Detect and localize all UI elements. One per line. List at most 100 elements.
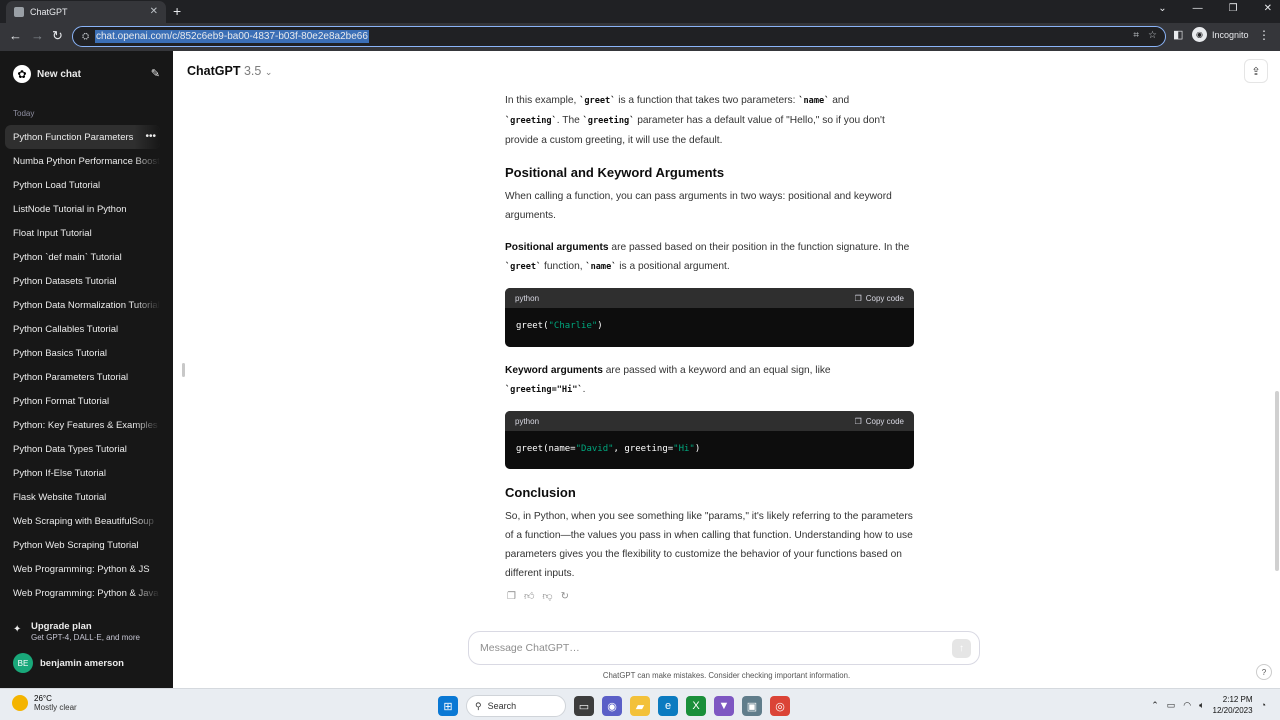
side-panel-icon[interactable]: ◧	[1173, 28, 1183, 41]
chat-history-list: Python Function Parameters ••• Numba Pyth…	[5, 125, 160, 605]
scrollbar[interactable]	[1275, 391, 1279, 571]
bookmark-star-icon[interactable]: ☆	[1148, 30, 1157, 41]
history-item[interactable]: Web Programming: Python & JS	[5, 557, 160, 581]
thumbs-up-icon[interactable]: 👍︎	[524, 587, 534, 606]
history-item[interactable]: Python Load Tutorial	[5, 173, 160, 197]
site-info-icon[interactable]: ⛭	[82, 31, 89, 42]
history-item-label: Python `def main` Tutorial	[13, 251, 122, 263]
send-button[interactable]: ↑	[952, 639, 971, 658]
chat-app-icon[interactable]: ◉	[602, 696, 622, 716]
help-icon[interactable]: ?	[1256, 664, 1272, 680]
copy-code-button[interactable]: ❐ Copy code	[855, 289, 904, 308]
history-item[interactable]: Python Parameters Tutorial	[5, 365, 160, 389]
app-icon[interactable]: ▣	[742, 696, 762, 716]
history-item[interactable]: Python Basics Tutorial	[5, 341, 160, 365]
url-text[interactable]: chat.openai.com/c/852c6eb9-ba00-4837-b03…	[95, 30, 369, 43]
history-item[interactable]: ListNode Tutorial in Python	[5, 197, 160, 221]
back-icon[interactable]: ←	[9, 28, 22, 43]
paragraph: So, in Python, when you see something li…	[505, 511, 913, 579]
new-tab-icon[interactable]: +	[173, 3, 181, 19]
network-icon[interactable]: ▭	[1167, 700, 1176, 711]
restore-icon[interactable]: ❐	[1229, 3, 1238, 14]
browser-tab[interactable]: ChatGPT ✕	[6, 1, 166, 23]
system-tray: ⌃ ▭ ◠ 🔈︎ 2:12 PM 12/20/2023 ◔	[1151, 694, 1266, 716]
edge-icon[interactable]: e	[658, 696, 678, 716]
text: . The	[556, 115, 583, 126]
tab-search-icon[interactable]: ⌄	[1158, 3, 1166, 14]
text: function,	[541, 261, 586, 272]
history-section-label: Today	[13, 109, 35, 118]
notification-icon[interactable]: ◔	[1261, 700, 1266, 710]
chrome-icon[interactable]: ◎	[770, 696, 790, 716]
volume-icon[interactable]: 🔈︎	[1199, 700, 1204, 711]
message-actions: ❐ 👍︎ 👎︎ ↻	[507, 587, 569, 606]
user-menu[interactable]: BE benjamin amerson	[13, 653, 124, 673]
copy-icon[interactable]: ❐	[507, 587, 516, 606]
history-item[interactable]: Python Web Scraping Tutorial	[5, 533, 160, 557]
code-string: "David"	[575, 444, 614, 454]
close-tab-icon[interactable]: ✕	[150, 6, 158, 17]
paragraph: Positional arguments are passed based on…	[505, 238, 915, 277]
taskbar-search[interactable]: ⚲ Search	[466, 695, 566, 717]
history-item[interactable]: Python Datasets Tutorial	[5, 269, 160, 293]
history-item[interactable]: Web Scraping with BeautifulSoup	[5, 509, 160, 533]
history-item[interactable]: Python Function Parameters •••	[5, 125, 160, 149]
thumbs-down-icon[interactable]: 👎︎	[542, 587, 552, 606]
browser-menu-icon[interactable]: ⋮	[1258, 28, 1270, 42]
incognito-indicator[interactable]: ◉ Incognito	[1192, 27, 1249, 42]
sidebar-collapse-handle[interactable]	[182, 363, 185, 377]
history-item[interactable]: Python Data Normalization Tutorial	[5, 293, 160, 317]
history-item-label: Python Web Scraping Tutorial	[13, 539, 139, 551]
history-item[interactable]: Float Input Tutorial	[5, 221, 160, 245]
history-item[interactable]: Python `def main` Tutorial	[5, 245, 160, 269]
share-button[interactable]: ⇪	[1244, 59, 1268, 83]
message-composer[interactable]: Message ChatGPT… ↑	[468, 631, 980, 665]
upgrade-plan-button[interactable]: ✦ Upgrade plan Get GPT-4, DALL·E, and mo…	[13, 621, 140, 642]
excel-icon[interactable]: X	[686, 696, 706, 716]
bold-text: Keyword arguments	[505, 365, 603, 376]
history-item[interactable]: Web Programming: Python & Java	[5, 581, 160, 605]
wifi-icon[interactable]: ◠	[1183, 700, 1191, 711]
minimize-icon[interactable]: —	[1193, 3, 1203, 14]
os-taskbar: 26°C Mostly clear ⊞ ⚲ Search ▭ ◉ ▰ e X ▼ …	[0, 688, 1280, 720]
history-item[interactable]: Numba Python Performance Boost	[5, 149, 160, 173]
history-item-label: Python Parameters Tutorial	[13, 371, 129, 383]
paragraph: In this example, `greet` is a function t…	[505, 91, 915, 150]
history-item-label: Python Format Tutorial	[13, 395, 110, 407]
address-bar[interactable]: ⛭ chat.openai.com/c/852c6eb9-ba00-4837-b…	[72, 26, 1166, 47]
app-icon[interactable]: ▼	[714, 696, 734, 716]
clipboard-icon: ❐	[854, 416, 862, 426]
history-item[interactable]: Python Format Tutorial	[5, 389, 160, 413]
install-app-icon[interactable]: ⌗	[1133, 30, 1139, 41]
more-options-icon[interactable]: •••	[145, 131, 156, 142]
new-chat-button[interactable]: ✿ New chat ✎	[8, 63, 160, 85]
inline-code: `greeting`	[505, 116, 557, 126]
section-heading: Conclusion	[505, 485, 576, 500]
close-window-icon[interactable]: ✕	[1264, 3, 1272, 14]
start-icon[interactable]: ⊞	[438, 696, 458, 716]
compose-icon[interactable]: ✎	[151, 67, 160, 80]
file-explorer-icon[interactable]: ▰	[630, 696, 650, 716]
clock[interactable]: 2:12 PM 12/20/2023	[1213, 694, 1253, 716]
regenerate-icon[interactable]: ↻	[561, 587, 569, 606]
task-view-icon[interactable]: ▭	[574, 696, 594, 716]
message-input[interactable]: Message ChatGPT…	[480, 642, 580, 654]
chevron-up-icon[interactable]: ⌃	[1151, 700, 1159, 711]
history-item[interactable]: Flask Website Tutorial	[5, 485, 160, 509]
reload-icon[interactable]: ↻	[52, 28, 63, 44]
sparkle-icon: ✦	[13, 624, 22, 635]
history-item[interactable]: Python Callables Tutorial	[5, 317, 160, 341]
fade-overlay	[134, 293, 160, 317]
weather-widget[interactable]: 26°C Mostly clear	[12, 694, 77, 712]
history-item[interactable]: Python Data Types Tutorial	[5, 437, 160, 461]
history-item[interactable]: Python If-Else Tutorial	[5, 461, 160, 485]
forward-icon[interactable]: →	[31, 28, 44, 43]
model-selector[interactable]: ChatGPT 3.5 ⌄	[187, 64, 272, 78]
text: In this example,	[505, 95, 580, 106]
history-item[interactable]: Python: Key Features & Examples	[5, 413, 160, 437]
history-item-label: Python Function Parameters	[13, 131, 134, 143]
text: is a positional argument.	[616, 261, 730, 272]
copy-code-button[interactable]: ❐ Copy code	[855, 412, 904, 431]
code-token: )	[597, 321, 603, 331]
history-item-label: Python Datasets Tutorial	[13, 275, 117, 287]
